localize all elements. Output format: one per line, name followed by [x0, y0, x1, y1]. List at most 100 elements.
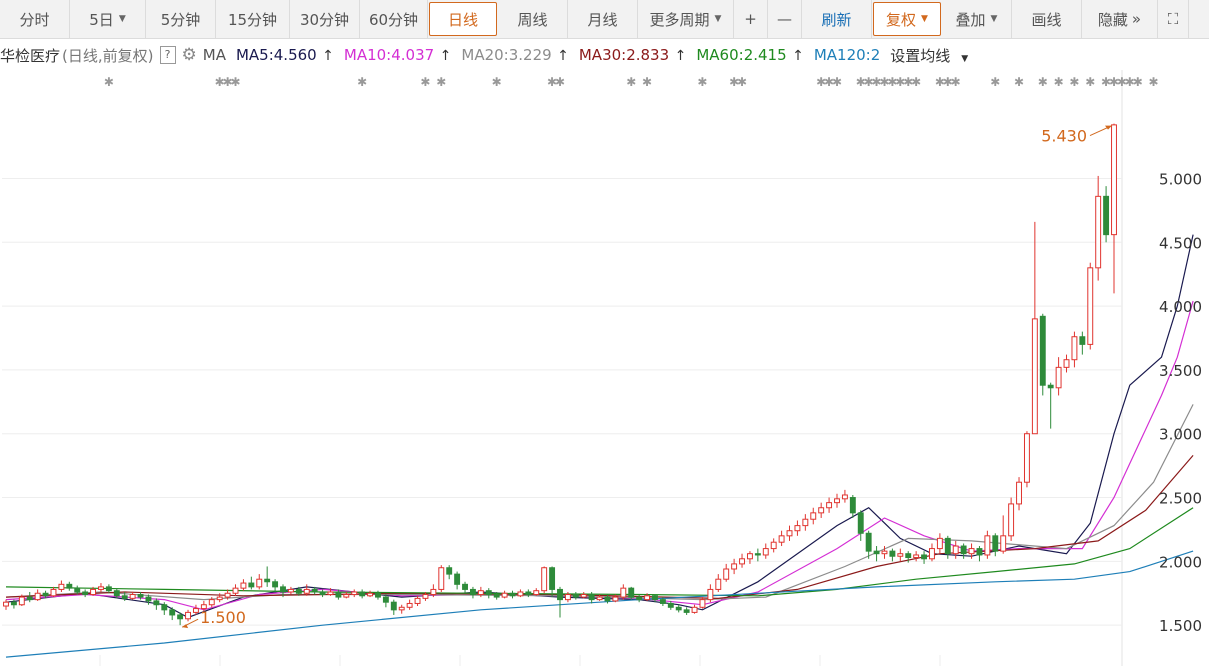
- candle: [873, 546, 880, 562]
- candle-body: [264, 578, 271, 583]
- candle-body: [367, 592, 374, 597]
- candle-body: [1103, 195, 1110, 236]
- ma-values: MA5:4.560 ↑ MA10:4.037 ↑ MA20:3.229 ↑ MA30:…: [236, 46, 890, 64]
- event-marker-icon: ✱: [911, 75, 921, 89]
- zoom-out-button[interactable]: —: [768, 0, 802, 38]
- zoom-in-button-label: +: [744, 10, 757, 28]
- tab-60min[interactable]: 60分钟: [360, 0, 428, 38]
- candle: [153, 598, 160, 610]
- help-icon[interactable]: ?: [159, 46, 176, 64]
- candle: [1023, 431, 1030, 488]
- event-marker-icon: ✱: [1133, 75, 1143, 89]
- event-marker-icon: ✱: [104, 75, 114, 89]
- candle-body: [390, 601, 397, 611]
- candle-body: [834, 498, 840, 504]
- tab-5min[interactable]: 5分钟: [146, 0, 216, 38]
- candle: [810, 507, 817, 525]
- tab-daily[interactable]: 日线: [429, 2, 497, 36]
- tab-60min-label: 60分钟: [368, 10, 419, 29]
- adjust-dropdown[interactable]: 复权 ▼: [873, 2, 941, 36]
- tab-15min[interactable]: 15分钟: [216, 0, 290, 38]
- candle-body: [153, 600, 160, 606]
- gear-icon[interactable]: ⚙: [182, 45, 197, 65]
- tab-5day[interactable]: 5日 ▼: [70, 0, 146, 38]
- ma-settings-dropdown[interactable]: 设置均线 ▼: [890, 45, 974, 66]
- fullscreen-icon[interactable]: ⛶: [1158, 0, 1189, 38]
- ma-line-ma10: [5, 300, 1194, 611]
- candle: [778, 530, 785, 547]
- overlay-dropdown[interactable]: 叠加 ▼: [942, 0, 1012, 38]
- candle-body: [746, 553, 753, 560]
- candle-body: [74, 587, 81, 593]
- more-periods-dropdown[interactable]: 更多周期 ▼: [638, 0, 734, 38]
- candle-body: [351, 591, 358, 596]
- candle-body: [98, 586, 104, 590]
- candle-body: [430, 588, 437, 596]
- candle: [232, 584, 239, 596]
- ma-label: MA: [202, 46, 226, 64]
- hide-button-label: 隐藏: [1097, 10, 1128, 29]
- candle-body: [335, 591, 342, 598]
- refresh-button-label: 刷新: [821, 10, 852, 29]
- candle: [707, 584, 714, 603]
- candle: [715, 574, 722, 592]
- event-marker-icon: ✱: [832, 75, 842, 89]
- draw-line-button-label: 画线: [1031, 10, 1062, 29]
- indicator-bar: 华检医疗 (日线,前复权) ? ⚙ MA MA5:4.560 ↑ MA10:4.0…: [0, 40, 1120, 70]
- candle-body: [105, 586, 112, 592]
- event-markers: ✱ ✱✱✱ ✱ ✱ ✱ ✱ ✱✱ ✱ ✱ ✱ ✱✱ ✱✱✱ ✱✱✱✱✱✱✱✱ ✱✱✱ ✱ ✱ ✱ ✱ ✱ ✱ ✱✱✱✱✱…: [104, 75, 1159, 89]
- candle: [1111, 123, 1117, 294]
- zoom-in-button[interactable]: +: [734, 0, 768, 38]
- event-marker-icon: ✱: [1038, 75, 1048, 89]
- hide-button[interactable]: 隐藏»: [1082, 0, 1158, 38]
- kline-chart[interactable]: ✱ ✱✱✱ ✱ ✱ ✱ ✱ ✱✱ ✱ ✱ ✱ ✱✱ ✱✱✱ ✱✱✱✱✱✱✱✱ ✱✱✱ ✱ ✱ ✱ ✱ ✱ ✱ ✱✱✱✱✱…: [0, 70, 1209, 666]
- overlay-dropdown-label: 叠加: [955, 10, 986, 29]
- up-arrow-icon: ↑: [317, 48, 334, 64]
- candle-body: [952, 545, 959, 555]
- candlesticks: [3, 123, 1117, 626]
- y-tick-label: 5.000: [1159, 170, 1202, 188]
- ma-line-ma30: [5, 455, 1194, 600]
- candle-body: [303, 588, 310, 594]
- candle-body: [707, 588, 714, 601]
- candle: [1000, 515, 1007, 554]
- candle-body: [596, 596, 603, 601]
- y-tick-label: 3.500: [1159, 362, 1202, 380]
- candle: [691, 604, 698, 614]
- candle-body: [50, 588, 57, 597]
- caret-down-icon: ▼: [714, 14, 722, 24]
- candle: [841, 489, 848, 503]
- tab-intraday[interactable]: 分时: [0, 0, 70, 38]
- candle-body: [549, 567, 556, 590]
- candle: [501, 590, 508, 599]
- candle-body: [90, 588, 97, 596]
- candle: [699, 597, 706, 609]
- candle-body: [169, 609, 176, 616]
- candle: [446, 565, 453, 580]
- candle: [849, 494, 856, 518]
- candle: [264, 566, 271, 587]
- candle: [414, 595, 421, 607]
- tab-monthly[interactable]: 月线: [568, 0, 638, 38]
- up-arrow-icon: ↑: [670, 48, 687, 64]
- tab-30min[interactable]: 30分钟: [290, 0, 360, 38]
- candle-body: [129, 594, 136, 599]
- candle: [406, 599, 413, 610]
- refresh-button[interactable]: 刷新: [802, 0, 872, 38]
- candle: [1095, 175, 1102, 281]
- draw-line-button[interactable]: 画线: [1012, 0, 1082, 38]
- candle: [984, 530, 991, 559]
- candle: [509, 590, 516, 599]
- event-marker-icon: ✱: [230, 75, 240, 89]
- high-arrow-head: [1105, 125, 1112, 130]
- candle-body: [1071, 336, 1078, 361]
- candle-body: [287, 588, 294, 593]
- candle-body: [1000, 535, 1007, 552]
- candle-body: [857, 512, 864, 534]
- candle: [287, 586, 294, 595]
- candle-body: [588, 594, 595, 601]
- tab-weekly[interactable]: 周线: [498, 0, 568, 38]
- candle: [746, 551, 753, 564]
- candle-body: [1111, 124, 1117, 236]
- candle: [438, 565, 445, 592]
